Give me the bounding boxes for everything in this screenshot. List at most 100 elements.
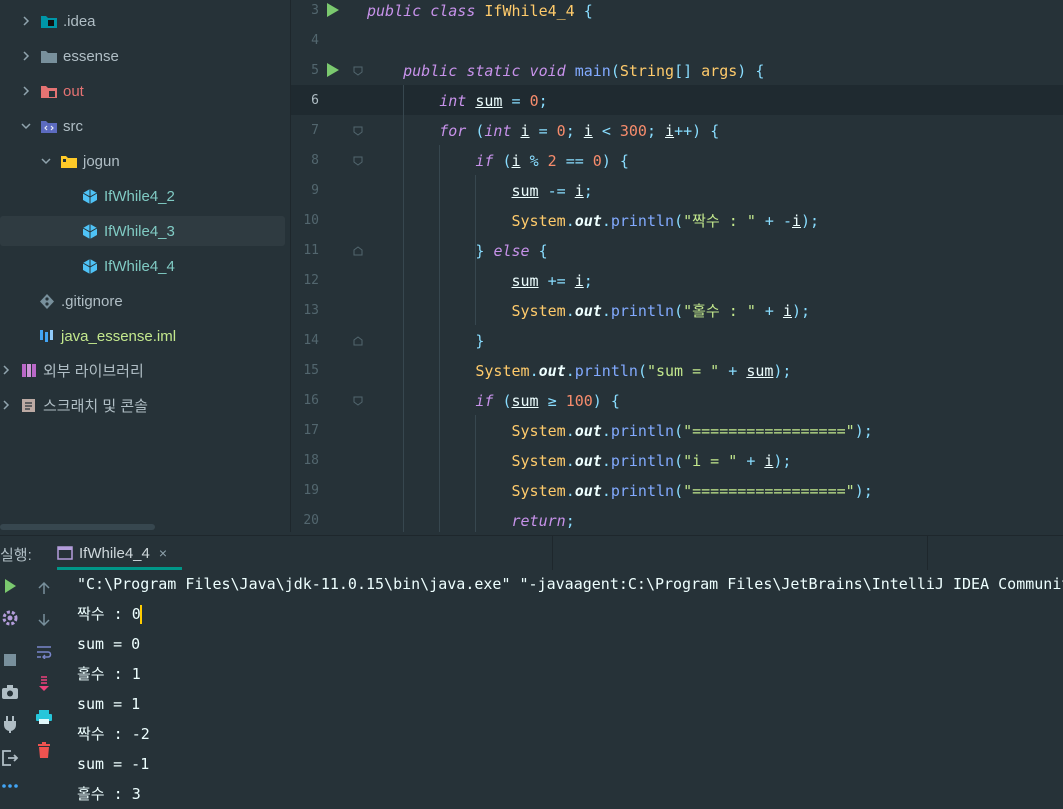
camera-icon[interactable]	[0, 682, 20, 702]
tree-item-idea[interactable]: .idea	[20, 6, 96, 36]
line-number: 8	[311, 153, 319, 168]
tree-item-label: java_essense.iml	[61, 327, 177, 345]
more-icon[interactable]	[0, 776, 20, 796]
tree-item-label: out	[63, 82, 84, 100]
tree-horizontal-scrollbar[interactable]	[0, 524, 155, 530]
console-line[interactable]: sum = 1	[77, 689, 140, 719]
fold-icon[interactable]	[353, 66, 363, 76]
chevron-right-icon[interactable]	[0, 364, 12, 376]
folder-icon	[40, 13, 58, 29]
line-number: 4	[311, 33, 319, 48]
settings-icon[interactable]	[0, 608, 20, 628]
tree-item-scratches[interactable]: 스크래치 및 콘솔	[0, 390, 148, 420]
tab-label: IfWhile4_4	[79, 544, 150, 562]
code-line[interactable]: public static void main(String[] args) {	[367, 56, 764, 86]
folder-icon	[40, 118, 58, 134]
console-line[interactable]: "C:\Program Files\Java\jdk-11.0.15\bin\j…	[77, 569, 1063, 599]
intellij-module-icon	[38, 328, 56, 344]
arrow-down-icon[interactable]	[34, 610, 54, 630]
code-line[interactable]: } else {	[367, 236, 547, 266]
fold-icon[interactable]	[353, 336, 363, 346]
code-editor[interactable]: 3 4 5 6 7 8 9 10 11 12 13 14 15 16 17 18…	[291, 0, 1063, 532]
code-line[interactable]: }	[367, 326, 484, 356]
tree-item-src[interactable]: src	[20, 111, 83, 141]
code-line[interactable]: System.out.println("=================");	[367, 416, 873, 446]
java-class-icon	[81, 188, 99, 204]
tree-item-ifwhile4-3[interactable]: IfWhile4_3	[0, 216, 285, 246]
console-line[interactable]: 홀수 : 1	[77, 659, 141, 689]
close-icon[interactable]: ×	[159, 545, 167, 561]
fold-icon[interactable]	[353, 396, 363, 406]
tree-item-external-libraries[interactable]: 외부 라이브러리	[0, 355, 144, 385]
console-line[interactable]: 홀수 : 3	[77, 779, 141, 809]
java-class-icon	[81, 223, 99, 239]
tree-item-label: IfWhile4_2	[104, 187, 175, 205]
code-line[interactable]: if (i % 2 == 0) {	[367, 146, 629, 176]
header-divider	[552, 536, 553, 570]
code-line[interactable]: sum -= i;	[367, 176, 593, 206]
tree-item-ifwhile4-4[interactable]: IfWhile4_4	[81, 251, 175, 281]
code-line[interactable]: if (sum ≥ 100) {	[367, 386, 620, 416]
tree-item-java-essense-iml[interactable]: java_essense.iml	[38, 321, 176, 351]
git-icon	[38, 293, 56, 309]
line-number: 11	[303, 243, 319, 258]
plug-icon[interactable]	[0, 714, 20, 734]
code-line[interactable]: System.out.println("=================");	[367, 476, 873, 506]
tree-item-label: IfWhile4_3	[104, 222, 175, 240]
tree-item-out[interactable]: out	[20, 76, 84, 106]
code-line[interactable]: System.out.println("i = " + i);	[367, 446, 792, 476]
arrow-up-icon[interactable]	[34, 578, 54, 598]
code-line[interactable]: for (int i = 0; i < 300; i++) {	[367, 116, 719, 146]
code-line[interactable]: sum += i;	[367, 266, 593, 296]
fold-icon[interactable]	[353, 156, 363, 166]
tab-ifwhile4-4[interactable]: IfWhile4_4 ×	[57, 536, 182, 570]
scroll-to-end-icon[interactable]	[34, 674, 54, 694]
console-line[interactable]: 짝수 : 0	[77, 599, 141, 629]
line-number: 16	[303, 393, 319, 408]
folder-icon	[40, 83, 58, 99]
line-number: 19	[303, 483, 319, 498]
chevron-right-icon[interactable]	[20, 50, 32, 62]
folder-icon	[40, 48, 58, 64]
trash-icon[interactable]	[34, 740, 54, 760]
tree-item-gitignore[interactable]: .gitignore	[38, 286, 123, 316]
chevron-right-icon[interactable]	[20, 85, 32, 97]
tree-item-label: src	[63, 117, 83, 135]
tree-item-label: IfWhile4_4	[104, 257, 175, 275]
chevron-right-icon[interactable]	[20, 15, 32, 27]
line-number: 15	[303, 363, 319, 378]
console-line[interactable]: 짝수 : -2	[77, 719, 150, 749]
console-line[interactable]: sum = 0	[77, 629, 140, 659]
line-number: 9	[311, 183, 319, 198]
tree-item-ifwhile4-2[interactable]: IfWhile4_2	[81, 181, 175, 211]
tree-item-label: .idea	[63, 12, 96, 30]
code-line[interactable]: public class IfWhile4_4 {	[367, 0, 593, 26]
run-panel-header: 실행: IfWhile4_4 ×	[0, 535, 1063, 570]
print-icon[interactable]	[34, 707, 54, 727]
code-line[interactable]: System.out.println("짝수 : " + -i);	[367, 206, 820, 236]
fold-icon[interactable]	[353, 126, 363, 136]
chevron-down-icon[interactable]	[40, 155, 52, 167]
text-cursor	[140, 605, 142, 624]
tree-item-jogun[interactable]: jogun	[40, 146, 120, 176]
scratch-icon	[20, 397, 38, 413]
chevron-right-icon[interactable]	[0, 399, 12, 411]
run-icon[interactable]	[0, 576, 20, 596]
exit-icon[interactable]	[0, 748, 20, 768]
line-number: 5	[311, 63, 319, 78]
code-line[interactable]: System.out.println("sum = " + sum);	[367, 356, 791, 386]
stop-icon[interactable]	[0, 650, 20, 670]
code-line[interactable]: return;	[367, 506, 575, 532]
code-line[interactable]: System.out.println("홀수 : " + i);	[367, 296, 811, 326]
fold-icon[interactable]	[353, 246, 363, 256]
tree-item-label: 스크래치 및 콘솔	[43, 397, 148, 415]
run-panel-body: "C:\Program Files\Java\jdk-11.0.15\bin\j…	[0, 569, 1063, 803]
soft-wrap-icon[interactable]	[34, 642, 54, 662]
project-tree: .idea essense out src jogun IfWhile4_2 I…	[0, 0, 290, 532]
console-line[interactable]: sum = -1	[77, 749, 149, 779]
run-class-icon[interactable]	[327, 3, 339, 17]
run-main-icon[interactable]	[327, 63, 339, 77]
chevron-down-icon[interactable]	[20, 120, 32, 132]
code-line[interactable]: int sum = 0;	[367, 86, 547, 116]
tree-item-essense[interactable]: essense	[20, 41, 119, 71]
